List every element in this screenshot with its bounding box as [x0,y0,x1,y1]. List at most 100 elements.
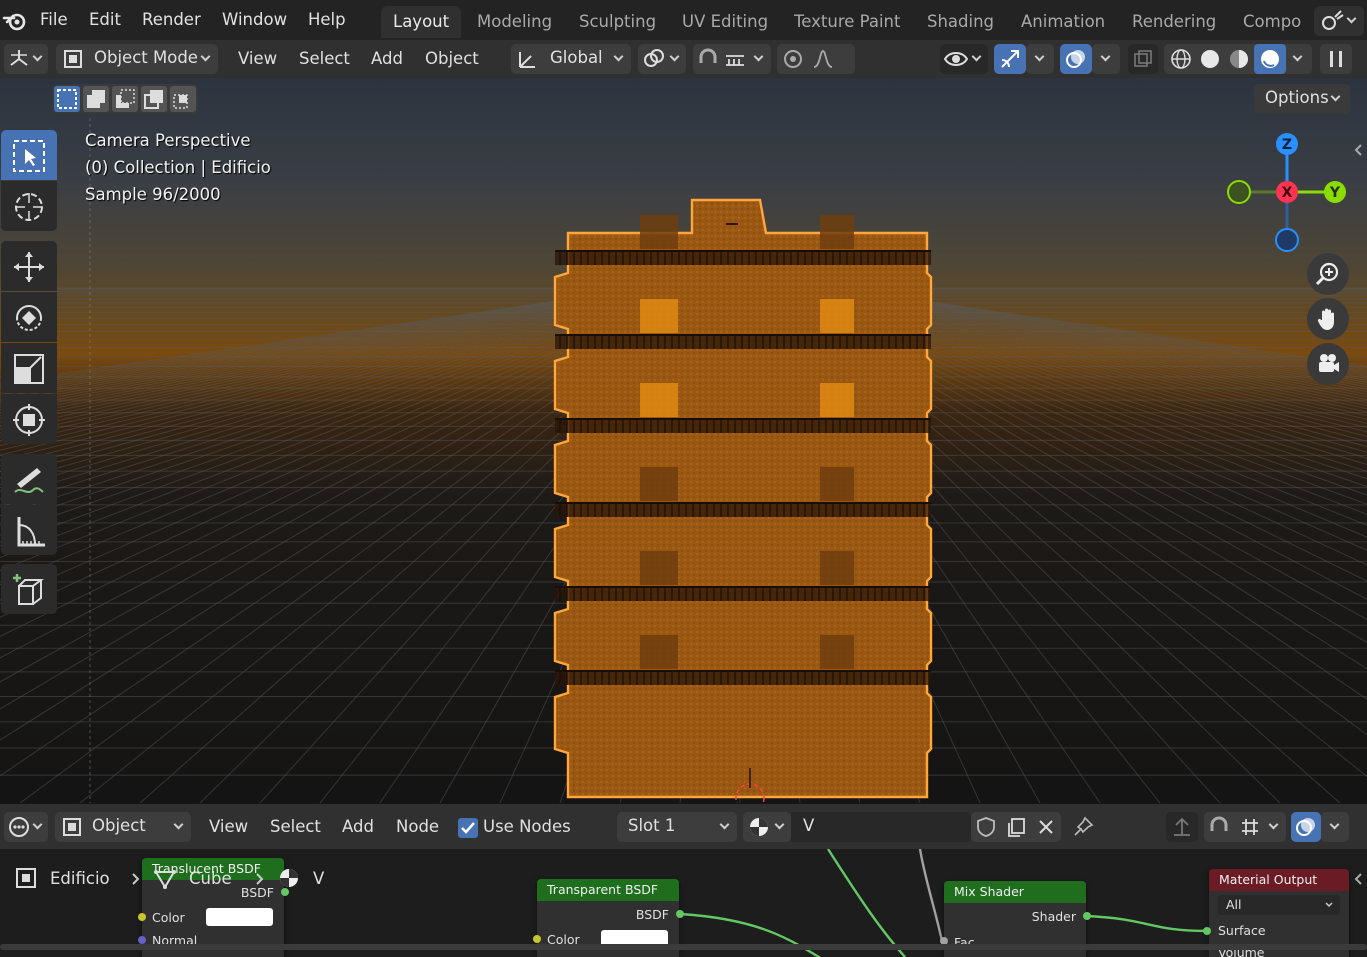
material-slot-dropdown[interactable]: Slot 1 [617,812,737,842]
material-browse-button[interactable] [743,812,791,842]
transform-orientation-dropdown[interactable]: Global [511,44,631,74]
tab-sculpting[interactable]: Sculpting [567,6,668,38]
node-overlays-options-dropdown[interactable] [1321,812,1349,842]
editor-type-button[interactable] [4,44,48,74]
tab-layout[interactable]: Layout [381,6,462,38]
camera-view-button[interactable] [1307,343,1349,385]
cursor-tool[interactable] [1,181,57,231]
select-box-tool[interactable] [1,130,57,180]
duplicate-material-icon[interactable] [1005,816,1027,838]
material-sphere-icon [280,869,298,887]
unlink-material-icon[interactable] [1035,816,1057,838]
node-menu-select[interactable]: Select [270,817,321,836]
menu-render[interactable]: Render [142,10,201,29]
tab-texture-paint[interactable]: Texture Paint [782,6,912,38]
menu-select[interactable]: Select [299,49,350,68]
gizmo-neg-z-handle[interactable] [1275,228,1299,252]
output-target-dropdown[interactable]: All [1218,895,1340,915]
proportional-editing-group[interactable] [777,44,855,74]
fake-user-shield-icon[interactable] [975,816,997,838]
node-menu-view[interactable]: View [209,817,248,836]
tab-animation[interactable]: Animation [1009,6,1117,38]
shader-node-editor[interactable]: Edificio Translucent BSDF BSDF Color Nor… [0,849,1367,957]
node-menu-add[interactable]: Add [342,817,374,836]
parent-node-tree-button[interactable] [1166,812,1198,842]
menu-file[interactable]: File [40,10,68,29]
node-snapping-group[interactable] [1204,812,1286,842]
output-surface-socket[interactable] [1203,927,1211,935]
add-cube-tool[interactable] [1,564,57,614]
scene-selector-button[interactable] [1314,6,1364,36]
chevron-down-icon [1100,51,1111,62]
tab-uv-editing[interactable]: UV Editing [670,6,780,38]
node-overlays-toggle-button[interactable] [1291,812,1321,842]
zoom-button[interactable] [1307,253,1349,295]
edificio-building-object[interactable] [540,193,940,803]
solid-shading-icon[interactable] [1198,47,1222,71]
translucent-color-socket[interactable] [138,913,146,921]
xray-toggle-button[interactable] [1128,44,1158,74]
gizmo-neg-y-handle[interactable] [1227,180,1251,204]
menu-help[interactable]: Help [308,10,346,29]
node-editor-type-button[interactable] [4,812,48,842]
pin-icon[interactable] [1071,815,1095,839]
shader-type-dropdown[interactable]: Object [55,812,191,842]
select-extend-button[interactable] [83,86,109,112]
collapse-sidebar-icon[interactable] [1352,142,1364,158]
annotate-tool[interactable] [1,454,57,504]
3d-viewport[interactable]: Options Camera Perspective (0) Collectio… [0,78,1367,803]
collapse-sidebar-icon[interactable] [1352,871,1364,887]
select-intersect-button[interactable] [170,86,196,112]
transparent-bsdf-socket[interactable] [676,910,684,918]
transparent-color-socket[interactable] [533,935,541,943]
tab-rendering[interactable]: Rendering [1120,6,1228,38]
object-mode-dropdown[interactable]: Object Mode [56,44,218,74]
rotate-tool[interactable] [1,292,57,342]
select-subtract-button[interactable] [112,86,138,112]
gizmo-options-dropdown[interactable] [1026,44,1054,74]
wireframe-shading-icon[interactable] [1169,47,1193,71]
options-label: Options [1265,88,1329,107]
navigation-gizmo[interactable]: Z Y X [1220,130,1360,260]
menu-object[interactable]: Object [425,49,479,68]
move-tool[interactable] [1,241,57,291]
shading-mode-group[interactable] [1164,44,1312,74]
mix-shader-output-socket[interactable] [1083,912,1091,920]
pan-button[interactable] [1307,298,1349,340]
menu-window[interactable]: Window [222,10,287,29]
node-translucent-color-swatch[interactable] [206,908,273,926]
tab-compositing[interactable]: Compo [1231,6,1313,38]
move-icon [14,252,44,282]
transform-tool[interactable] [1,394,57,444]
viewport-tool-settings: Options [0,78,1367,118]
visibility-dropdown[interactable] [940,44,988,74]
measure-tool[interactable] [1,505,57,555]
blender-logo-icon[interactable] [2,8,28,34]
pause-render-button[interactable] [1320,44,1352,74]
tab-modeling[interactable]: Modeling [465,6,564,38]
collection-object-label: (0) Collection | Edificio [85,158,271,177]
snapping-dropdown[interactable] [693,44,771,74]
options-dropdown[interactable]: Options [1254,84,1350,114]
select-invert-button[interactable] [141,86,167,112]
menu-view[interactable]: View [238,49,277,68]
pause-icon [1330,51,1342,67]
pivot-point-dropdown[interactable] [638,44,686,74]
menu-add[interactable]: Add [371,49,403,68]
tab-shading[interactable]: Shading [915,6,1006,38]
use-nodes-checkbox[interactable] [458,818,478,838]
material-name-field[interactable]: V [791,812,971,842]
rendered-shading-button[interactable] [1254,44,1286,74]
scale-tool[interactable] [1,343,57,393]
node-editor-scrollbar[interactable] [0,944,1367,950]
select-subtract-icon [116,89,135,108]
menu-edit[interactable]: Edit [89,10,121,29]
gizmo-toggle-button[interactable] [994,44,1026,74]
select-new-button[interactable] [54,86,80,112]
material-preview-shading-icon[interactable] [1227,47,1251,71]
node-menu-node[interactable]: Node [396,817,439,836]
pan-hand-icon [1317,308,1334,330]
translucent-normal-socket[interactable] [138,936,146,944]
overlays-toggle-button[interactable] [1060,44,1092,74]
overlays-options-dropdown[interactable] [1092,44,1120,74]
